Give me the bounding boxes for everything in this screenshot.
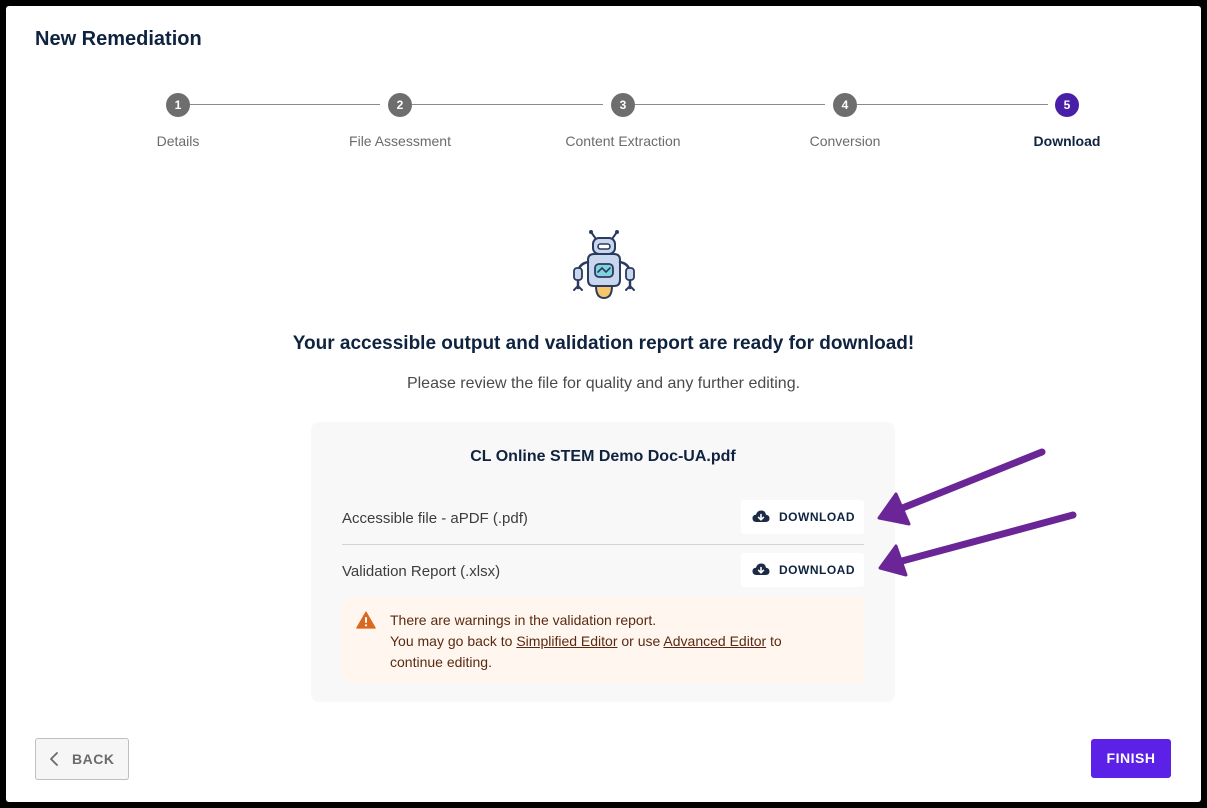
step-download: 5 Download: [987, 93, 1147, 149]
file-name: CL Online STEM Demo Doc-UA.pdf: [470, 448, 736, 465]
button-label: DOWNLOAD: [779, 510, 855, 524]
step-content-extraction: 3 Content Extraction: [543, 93, 703, 149]
step-details: 1 Details: [98, 93, 258, 149]
row-label: Accessible file - aPDF (.pdf): [342, 510, 528, 527]
download-accessible-file-button[interactable]: DOWNLOAD: [741, 500, 864, 534]
ready-headline: Your accessible output and validation re…: [292, 333, 915, 354]
finish-button[interactable]: FINISH: [1091, 739, 1171, 778]
warning-text: You may go back to: [390, 633, 517, 649]
page-title: New Remediation: [35, 28, 202, 50]
warning-line-1: There are warnings in the validation rep…: [390, 612, 657, 628]
chevron-left-icon: [50, 752, 58, 766]
warning-line-3: continue editing.: [390, 654, 492, 670]
download-validation-report-button[interactable]: DOWNLOAD: [741, 553, 864, 587]
back-button[interactable]: BACK: [35, 738, 129, 780]
step-label: Download: [1033, 133, 1101, 149]
step-number: 2: [388, 93, 412, 117]
step-number: 4: [833, 93, 857, 117]
download-row-accessible-file: Accessible file - aPDF (.pdf) DOWNLOAD: [342, 492, 864, 545]
step-label: File Assessment: [349, 133, 451, 149]
step-number: 1: [166, 93, 190, 117]
step-number: 3: [611, 93, 635, 117]
button-label: DOWNLOAD: [779, 563, 855, 577]
step-label: Details: [156, 133, 200, 149]
warning-text: to: [766, 633, 782, 649]
row-label: Validation Report (.xlsx): [342, 563, 501, 580]
step-label: Content Extraction: [565, 133, 681, 149]
main-window: New Remediation 1 Details 2 File Assessm…: [6, 6, 1201, 802]
review-instructions: Please review the file for quality and a…: [406, 375, 801, 392]
annotation-arrow: [877, 448, 1046, 526]
step-file-assessment: 2 File Assessment: [320, 93, 480, 149]
cloud-download-icon: [752, 510, 770, 522]
validation-warning: There are warnings in the validation rep…: [342, 598, 864, 682]
cloud-download-icon: [752, 563, 770, 575]
step-number: 5: [1055, 93, 1079, 117]
simplified-editor-link[interactable]: Simplified Editor: [516, 633, 617, 649]
robot-icon: [573, 230, 635, 300]
back-button-label: BACK: [72, 751, 115, 767]
advanced-editor-link[interactable]: Advanced Editor: [663, 633, 766, 649]
step-conversion: 4 Conversion: [765, 93, 925, 149]
progress-stepper: 1 Details 2 File Assessment 3 Content Ex…: [6, 93, 1201, 163]
warning-message: There are warnings in the validation rep…: [390, 610, 850, 673]
step-label: Conversion: [809, 133, 881, 149]
annotation-arrows: [877, 448, 1077, 577]
warning-text: or use: [617, 633, 664, 649]
download-card: CL Online STEM Demo Doc-UA.pdf Accessibl…: [311, 422, 895, 702]
download-row-validation-report: Validation Report (.xlsx) DOWNLOAD: [342, 545, 864, 597]
warning-triangle-icon: [356, 611, 376, 629]
